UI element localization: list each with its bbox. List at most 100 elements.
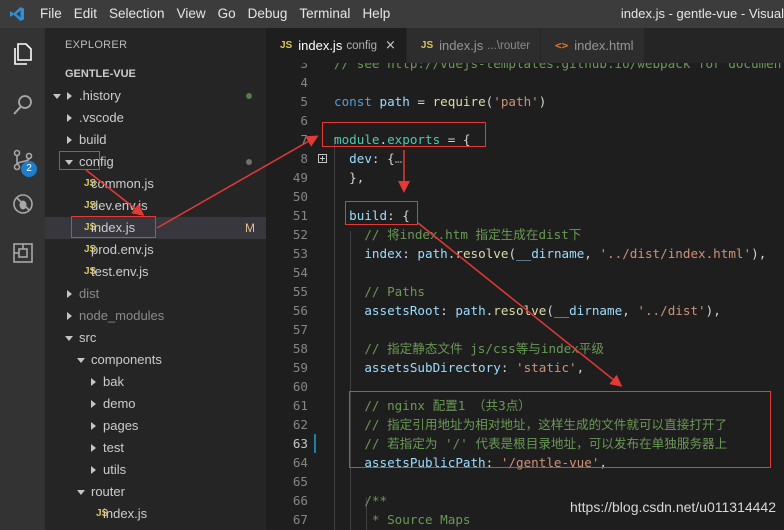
- scm-badge: 2: [21, 161, 37, 177]
- source-control-icon[interactable]: 2: [0, 138, 45, 182]
- file-index-js[interactable]: JS index.js: [45, 503, 266, 525]
- code-token: index: [334, 246, 403, 261]
- debug-icon[interactable]: [0, 182, 45, 226]
- menu-selection[interactable]: Selection: [103, 0, 171, 28]
- code-token: // 指定静态文件 js/css等与index平级: [334, 341, 604, 356]
- code-token: ,: [584, 246, 600, 261]
- tab-index-js-router[interactable]: JS index.js ...\router: [406, 28, 542, 63]
- code-token: 'path': [493, 94, 539, 109]
- code-line[interactable]: 49 },: [266, 168, 784, 187]
- file-test-env-js[interactable]: JS test.env.js: [45, 261, 266, 283]
- file-dev-env-js[interactable]: JS dev.env.js: [45, 195, 266, 217]
- folder-vscode[interactable]: .vscode: [45, 107, 266, 129]
- code-token: =: [409, 94, 433, 109]
- folder-dist[interactable]: dist: [45, 283, 266, 305]
- code-token: __dirname: [553, 303, 623, 318]
- folder-router[interactable]: router: [45, 481, 266, 503]
- folder-pages[interactable]: pages: [45, 415, 266, 437]
- file-common-js[interactable]: JS common.js: [45, 173, 266, 195]
- close-icon[interactable]: ×: [385, 38, 396, 53]
- menu-edit[interactable]: Edit: [68, 0, 103, 28]
- menu-terminal[interactable]: Terminal: [293, 0, 356, 28]
- code-text: // 将index.htm 指定生成在dist下: [334, 225, 581, 244]
- tab-index-js-config[interactable]: JS index.js config ×: [266, 28, 407, 63]
- workspace-name: GENTLE-VUE: [65, 68, 136, 80]
- tab-index-html[interactable]: <> index.html: [541, 28, 645, 63]
- search-icon[interactable]: [0, 83, 45, 127]
- files-icon[interactable]: [0, 32, 45, 76]
- chevron-right-icon: [89, 415, 99, 437]
- code-line[interactable]: 51 build: {: [266, 206, 784, 225]
- file-prod-env-js[interactable]: JS prod.env.js: [45, 239, 266, 261]
- vscode-logo-icon: [0, 0, 34, 28]
- tab-description: ...\router: [487, 39, 531, 52]
- code-text: // 指定静态文件 js/css等与index平级: [334, 339, 604, 358]
- code-line[interactable]: 55 // Paths: [266, 282, 784, 301]
- annotation-box-index-js: [71, 216, 156, 238]
- annotation-box-nginx-config: [349, 391, 771, 468]
- code-text: assetsSubDirectory: 'static',: [334, 358, 584, 377]
- fold-expand-icon[interactable]: [318, 154, 327, 163]
- folder-utils[interactable]: utils: [45, 459, 266, 481]
- folder-demo[interactable]: demo: [45, 393, 266, 415]
- code-line[interactable]: 50: [266, 187, 784, 206]
- code-line[interactable]: 3 // see http://vuejs-templates.github.io…: [266, 63, 784, 73]
- code-line[interactable]: 5 const path = require('path'): [266, 92, 784, 111]
- code-token: __dirname: [516, 246, 585, 261]
- menu-go[interactable]: Go: [212, 0, 242, 28]
- code-line[interactable]: 58 // 指定静态文件 js/css等与index平级: [266, 339, 784, 358]
- code-line[interactable]: 57: [266, 320, 784, 339]
- menu-file[interactable]: File: [34, 0, 68, 28]
- line-number: 7: [300, 132, 308, 147]
- folder-src[interactable]: src: [45, 327, 266, 349]
- code-token: '../dist': [637, 303, 706, 318]
- code-token: 'static': [515, 360, 577, 375]
- js-file-icon: JS: [280, 40, 293, 51]
- tab-description: config: [346, 39, 377, 52]
- code-line[interactable]: 52 // 将index.htm 指定生成在dist下: [266, 225, 784, 244]
- chevron-right-icon: [65, 305, 75, 327]
- code-line[interactable]: 59 assetsSubDirectory: 'static',: [266, 358, 784, 377]
- chevron-right-icon: [89, 437, 99, 459]
- tree-item-label: node_modules: [79, 308, 165, 323]
- annotation-box-config-folder: [59, 151, 100, 170]
- folder-test[interactable]: test: [45, 437, 266, 459]
- code-line[interactable]: 4: [266, 73, 784, 92]
- explorer-title: EXPLORER: [65, 39, 128, 51]
- code-line[interactable]: 8 dev: {…: [266, 149, 784, 168]
- annotation-box-build: [345, 201, 418, 225]
- code-line[interactable]: 65: [266, 472, 784, 491]
- line-number: 8: [300, 151, 308, 166]
- code-text: },: [334, 168, 364, 187]
- menu-view[interactable]: View: [171, 0, 212, 28]
- code-line[interactable]: 54: [266, 263, 784, 282]
- folder-components[interactable]: components: [45, 349, 266, 371]
- code-line[interactable]: 56 assetsRoot: path.resolve(__dirname, '…: [266, 301, 784, 320]
- code-token: path: [417, 246, 448, 261]
- folder-node-modules[interactable]: node_modules: [45, 305, 266, 327]
- watermark: https://blog.csdn.net/u011314442: [569, 499, 776, 515]
- line-number: 53: [292, 246, 308, 261]
- code-text: const path = require('path'): [334, 92, 546, 111]
- line-number: 59: [292, 360, 308, 375]
- code-text: * Source Maps: [334, 510, 471, 529]
- folder-bak[interactable]: bak: [45, 371, 266, 393]
- editor-tabs: JS index.js config × JS index.js ...\router <> i…: [266, 28, 784, 63]
- modified-line-marker: [314, 434, 316, 453]
- code-token: : {: [371, 151, 395, 166]
- workspace-section-header[interactable]: GENTLE-VUE: [45, 63, 266, 99]
- line-number: 61: [292, 398, 308, 413]
- chevron-right-icon: [89, 371, 99, 393]
- extensions-icon[interactable]: [0, 231, 45, 275]
- folder-build[interactable]: build: [45, 129, 266, 151]
- line-number: 4: [300, 75, 308, 90]
- tree-item-label: demo: [103, 396, 136, 411]
- window-title: index.js - gentle-vue - Visual: [620, 6, 784, 21]
- menu-debug[interactable]: Debug: [242, 0, 294, 28]
- tree-item-label: dist: [79, 286, 100, 301]
- menu-help[interactable]: Help: [356, 0, 396, 28]
- tree-item-label: test: [103, 440, 124, 455]
- code-line[interactable]: 53 index: path.resolve(__dirname, '../di…: [266, 244, 784, 263]
- code-token: (: [508, 246, 517, 261]
- folder-history[interactable]: .history: [45, 85, 266, 107]
